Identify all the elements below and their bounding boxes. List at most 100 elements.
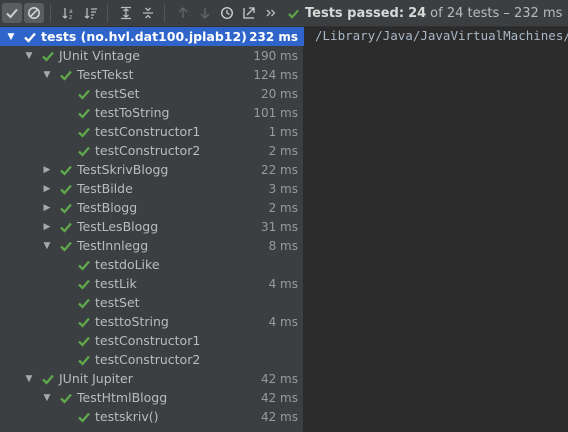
arrow-up-icon	[178, 7, 188, 18]
test-results-tree: ▼ tests (no.hvl.dat100.jplab12) 232 ms ▼ JUn…	[0, 27, 304, 432]
test-name: testConstructor1	[95, 124, 201, 139]
check-icon	[78, 412, 90, 423]
test-name: testdoLike	[95, 257, 160, 272]
test-tree-row[interactable]: testConstructor1	[0, 331, 304, 350]
test-duration: 8 ms	[268, 238, 298, 253]
svg-text:z: z	[69, 14, 72, 20]
test-tree-row[interactable]: ▼ JUnit Jupiter 42 ms	[0, 369, 304, 388]
chevron-right-icon[interactable]: ▶	[42, 203, 52, 213]
check-icon	[78, 279, 90, 290]
expand-all-button[interactable]	[116, 3, 136, 23]
test-duration: 3 ms	[268, 181, 298, 196]
test-duration: 1 ms	[268, 124, 298, 139]
test-name: testLik	[95, 276, 137, 291]
collapse-all-button[interactable]	[138, 3, 158, 23]
double-chevron-icon	[266, 9, 276, 17]
test-name: TestInnlegg	[77, 238, 149, 253]
next-failed-button[interactable]	[195, 3, 215, 23]
check-icon	[6, 8, 18, 19]
test-duration: 124 ms	[253, 67, 298, 82]
test-name: TestBilde	[77, 181, 133, 196]
clock-icon	[220, 6, 234, 20]
test-tree-row[interactable]: testLik 4 ms	[0, 274, 304, 293]
previous-failed-button[interactable]	[173, 3, 193, 23]
test-tree-row[interactable]: ▶ TestSkrivBlogg 22 ms	[0, 160, 304, 179]
test-tree-row[interactable]: ▶ TestBlogg 2 ms	[0, 198, 304, 217]
check-icon	[78, 298, 90, 309]
test-name: TestBlogg	[77, 200, 138, 215]
status-prefix: Tests passed:	[305, 5, 405, 21]
check-icon	[78, 317, 90, 328]
toolbar-separator	[164, 4, 165, 22]
test-name: TestHtmlBlogg	[77, 390, 168, 405]
chevron-down-icon[interactable]: ▼	[42, 393, 52, 403]
console-output[interactable]: /Library/Java/JavaVirtualMachines/jd	[305, 27, 568, 432]
sort-alphabetically-button[interactable]: az	[59, 3, 79, 23]
test-duration: 190 ms	[253, 48, 298, 63]
toolbar-separator	[107, 4, 108, 22]
test-tree-row[interactable]: testSet	[0, 293, 304, 312]
sort-alpha-icon: az	[62, 8, 73, 20]
chevron-right-icon[interactable]: ▶	[42, 165, 52, 175]
test-tree-row[interactable]: ▼ JUnit Vintage 190 ms	[0, 46, 304, 65]
show-passed-button[interactable]	[2, 3, 22, 23]
test-duration: 22 ms	[260, 162, 298, 177]
status-suffix: of 24 tests – 232 ms	[430, 5, 563, 21]
sort-by-duration-button[interactable]	[81, 3, 101, 23]
test-tree-row[interactable]: testConstructor1 1 ms	[0, 122, 304, 141]
chevron-right-icon[interactable]: ▶	[42, 222, 52, 232]
chevron-down-icon[interactable]: ▼	[24, 374, 34, 384]
test-tree-row[interactable]: testskriv() 42 ms	[0, 407, 304, 426]
check-icon	[24, 32, 36, 43]
chevron-down-icon[interactable]: ▼	[42, 70, 52, 80]
check-icon	[42, 51, 54, 62]
test-tree-row[interactable]: testConstructor2	[0, 350, 304, 369]
test-duration: 2 ms	[268, 200, 298, 215]
test-tree-row[interactable]: ▶ TestLesBlogg 31 ms	[0, 217, 304, 236]
check-icon	[78, 127, 90, 138]
test-duration: 31 ms	[260, 219, 298, 234]
check-icon	[60, 203, 72, 214]
test-duration: 2 ms	[268, 143, 298, 158]
test-tree-row[interactable]: testSet 20 ms	[0, 84, 304, 103]
more-button[interactable]	[261, 3, 281, 23]
test-name: tests (no.hvl.dat100.jplab12)	[41, 29, 247, 44]
test-name: JUnit Jupiter	[59, 371, 133, 386]
test-duration: 20 ms	[260, 86, 298, 101]
test-tree-row[interactable]: ▼ TestTekst 124 ms	[0, 65, 304, 84]
toolbar-separator	[50, 4, 51, 22]
check-icon	[78, 336, 90, 347]
test-name: testSet	[95, 295, 140, 310]
check-icon	[78, 260, 90, 271]
show-ignored-button[interactable]	[24, 3, 44, 23]
test-tree-row[interactable]: ▼ tests (no.hvl.dat100.jplab12) 232 ms	[0, 27, 304, 46]
ignored-icon	[28, 7, 40, 19]
test-duration: 4 ms	[268, 276, 298, 291]
test-tree-row[interactable]: testToString 101 ms	[0, 103, 304, 122]
chevron-down-icon[interactable]: ▼	[24, 51, 34, 61]
test-tree-row[interactable]: testtoString 4 ms	[0, 312, 304, 331]
check-icon	[60, 393, 72, 404]
check-icon	[78, 146, 90, 157]
test-tree-row[interactable]: ▶ TestBilde 3 ms	[0, 179, 304, 198]
test-runner-toolbar: az Tests passed: 24 of 24 tests – 232 ms	[0, 0, 568, 27]
status-passed-count: 24	[408, 5, 427, 21]
test-name: TestLesBlogg	[77, 219, 159, 234]
test-name: testToString	[95, 105, 170, 120]
export-results-button[interactable]	[239, 3, 259, 23]
test-name: testskriv()	[95, 409, 159, 424]
test-name: JUnit Vintage	[59, 48, 140, 63]
test-tree-row[interactable]: testdoLike	[0, 255, 304, 274]
chevron-down-icon[interactable]: ▼	[42, 241, 52, 251]
check-icon	[78, 108, 90, 119]
test-history-button[interactable]	[217, 3, 237, 23]
test-name: TestSkrivBlogg	[77, 162, 169, 177]
collapse-all-icon	[143, 7, 153, 19]
export-icon	[243, 7, 255, 19]
chevron-down-icon[interactable]: ▼	[6, 32, 16, 42]
test-tree-row[interactable]: testConstructor2 2 ms	[0, 141, 304, 160]
test-tree-row[interactable]: ▼ TestInnlegg 8 ms	[0, 236, 304, 255]
test-tree-row[interactable]: ▼ TestHtmlBlogg 42 ms	[0, 388, 304, 407]
chevron-right-icon[interactable]: ▶	[42, 184, 52, 194]
test-name: testSet	[95, 86, 140, 101]
